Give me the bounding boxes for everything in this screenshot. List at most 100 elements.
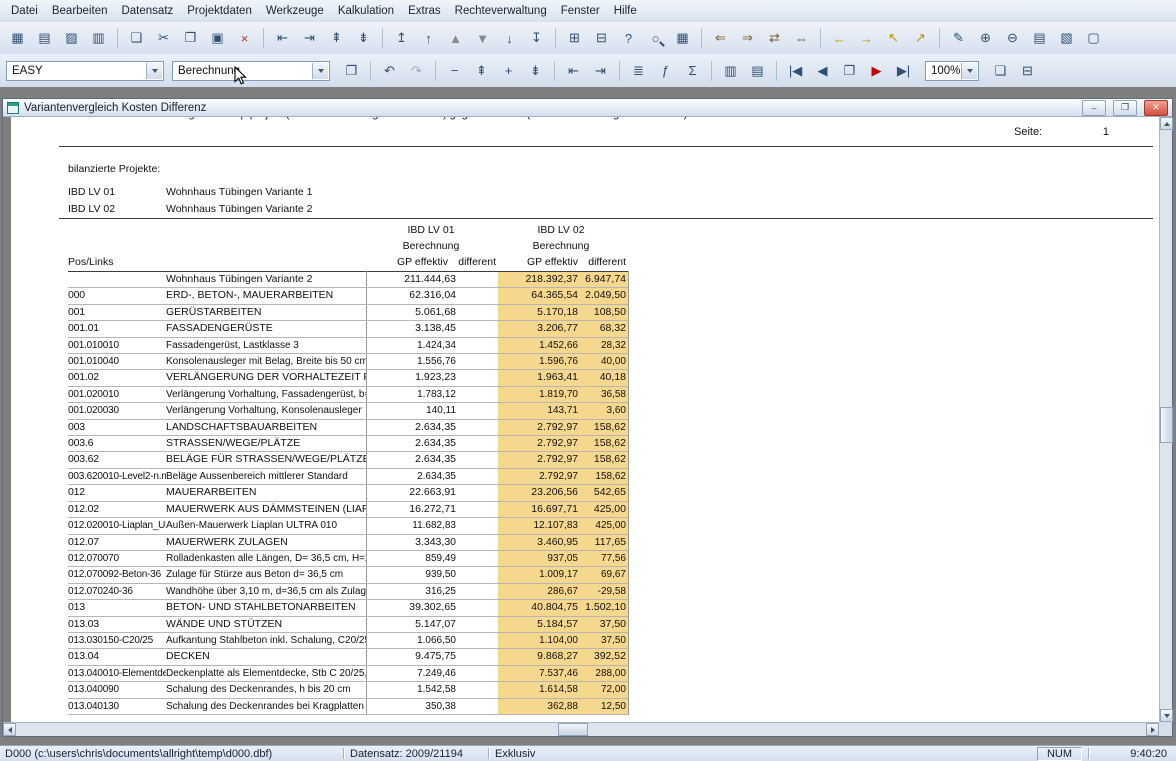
report-view-icon[interactable]: ▨ <box>58 25 85 51</box>
outdent-icon[interactable]: ⇤ <box>269 25 296 51</box>
scroll-up-icon[interactable] <box>1160 117 1173 130</box>
restore-button[interactable]: ❐ <box>1113 100 1137 116</box>
table-row: 001.02VERLÄNGERUNG DER VORHALTEZEIT FÜR1… <box>68 370 628 386</box>
cell-lv1-value: 22.663,91 <box>366 485 456 500</box>
catalog-icon[interactable]: ▤ <box>1026 25 1053 51</box>
column-group-lv2: IBD LV 02 <box>511 224 611 236</box>
chevron-down-icon[interactable] <box>312 63 328 79</box>
menu-item-projektdaten[interactable]: Projektdaten <box>180 3 259 19</box>
delete-icon[interactable]: × <box>231 25 258 51</box>
undo-icon[interactable]: ↶ <box>376 58 403 84</box>
copy-icon[interactable]: ❐ <box>177 25 204 51</box>
first-record-icon[interactable]: |◀ <box>782 58 809 84</box>
insert-below-icon[interactable]: ⇟ <box>522 58 549 84</box>
menu-item-hilfe[interactable]: Hilfe <box>607 3 644 19</box>
calculator-icon[interactable]: ⊞ <box>561 25 588 51</box>
indent-icon[interactable]: ⇥ <box>296 25 323 51</box>
zoom-in-icon[interactable]: ⊕ <box>972 25 999 51</box>
print-report-icon[interactable]: ⊟ <box>1014 58 1041 84</box>
remove-line-icon[interactable]: − <box>441 58 468 84</box>
merge-records-icon[interactable]: ⇔ <box>788 25 815 51</box>
scroll-right-icon[interactable] <box>1146 723 1159 736</box>
menu-item-kalkulation[interactable]: Kalkulation <box>331 3 401 19</box>
last-record-icon[interactable]: ▶| <box>890 58 917 84</box>
horizontal-scrollbar[interactable] <box>3 722 1159 736</box>
copy-record-right-icon[interactable]: ⇒ <box>734 25 761 51</box>
search-icon[interactable]: ○ <box>642 25 669 51</box>
page-preview-icon[interactable]: ❏ <box>987 58 1014 84</box>
outline-list-icon[interactable]: ≣ <box>625 58 652 84</box>
cell-diff-value: 425,00 <box>578 518 628 533</box>
cell-lv1-value: 1.424,34 <box>366 338 456 353</box>
chevron-down-icon[interactable] <box>146 63 162 79</box>
shift-right-icon[interactable]: ⇥ <box>587 58 614 84</box>
menu-item-extras[interactable]: Extras <box>401 3 448 19</box>
formula-icon[interactable]: ƒ <box>652 58 679 84</box>
layout-view-icon[interactable]: ▥ <box>85 25 112 51</box>
help-icon[interactable]: ? <box>615 25 642 51</box>
insert-above-icon[interactable]: ⇞ <box>468 58 495 84</box>
close-button[interactable]: ✕ <box>1144 100 1168 116</box>
nav-forward-icon[interactable]: → <box>853 25 880 51</box>
database-icon[interactable]: ▢ <box>1080 25 1107 51</box>
cell-lv2-value: 9.868,27 <box>498 649 578 664</box>
datasheet-view-icon[interactable]: ▦ <box>4 25 31 51</box>
report-window-titlebar[interactable]: Variantenvergleich Kosten Differenz – ❐ … <box>3 99 1172 117</box>
menu-item-datei[interactable]: Datei <box>4 3 45 19</box>
zoom-combo[interactable]: 100% <box>925 61 979 81</box>
table-icon[interactable]: ▦ <box>669 25 696 51</box>
prev-record-icon[interactable]: ◀ <box>809 58 836 84</box>
redo-icon[interactable]: ↷ <box>403 58 430 84</box>
cut-icon[interactable]: ✂ <box>150 25 177 51</box>
menu-item-bearbeiten[interactable]: Bearbeiten <box>45 3 115 19</box>
move-last-icon[interactable]: ↧ <box>523 25 550 51</box>
sort-asc-icon[interactable]: ▲ <box>442 25 469 51</box>
horizontal-scroll-thumb[interactable] <box>558 723 588 736</box>
cell-lv2-value: 1.819,70 <box>498 387 578 402</box>
form-view-icon[interactable]: ▤ <box>31 25 58 51</box>
sort-desc-icon[interactable]: ▼ <box>469 25 496 51</box>
move-up-icon[interactable]: ↑ <box>415 25 442 51</box>
cell-description: MAUERARBEITEN <box>166 485 366 500</box>
cell-description: Aufkantung Stahlbeton inkl. Schalung, C2… <box>166 633 366 648</box>
project-combo[interactable]: EASY <box>6 61 164 81</box>
menu-item-rechteverwaltung[interactable]: Rechteverwaltung <box>448 3 554 19</box>
vertical-scroll-thumb[interactable] <box>1160 407 1173 443</box>
demote-level-icon[interactable]: ⇟ <box>350 25 377 51</box>
nav-up-left-icon[interactable]: ↖ <box>880 25 907 51</box>
print-icon[interactable]: ⊟ <box>588 25 615 51</box>
move-first-icon[interactable]: ↥ <box>388 25 415 51</box>
paste-icon[interactable]: ▣ <box>204 25 231 51</box>
promote-level-icon[interactable]: ⇞ <box>323 25 350 51</box>
minimize-button[interactable]: – <box>1082 100 1106 116</box>
copy-record-left-icon[interactable]: ⇐ <box>707 25 734 51</box>
edit-note-icon[interactable]: ✎ <box>945 25 972 51</box>
grouping-icon[interactable]: ▤ <box>744 58 771 84</box>
report-clipped-title: Variantenvergleich Hauptprojekt (Wohnhau… <box>127 117 687 120</box>
record-copies-icon[interactable]: ❐ <box>836 58 863 84</box>
new-record-icon[interactable]: ❏ <box>123 25 150 51</box>
archive-icon[interactable]: ▧ <box>1053 25 1080 51</box>
cell-spacer <box>456 469 498 484</box>
menu-item-datensatz[interactable]: Datensatz <box>114 3 180 19</box>
next-record-icon[interactable]: ▶ <box>863 58 890 84</box>
cell-lv2-value: 5.184,57 <box>498 617 578 632</box>
menu-item-fenster[interactable]: Fenster <box>554 3 607 19</box>
stats-icon[interactable]: ▥ <box>717 58 744 84</box>
scroll-down-icon[interactable] <box>1160 709 1173 722</box>
view-combo[interactable]: Berechnung <box>172 61 330 81</box>
open-calculation-icon[interactable]: ❐ <box>338 58 365 84</box>
zoom-out-icon[interactable]: ⊖ <box>999 25 1026 51</box>
nav-back-icon[interactable]: ← <box>826 25 853 51</box>
swap-records-icon[interactable]: ⇄ <box>761 25 788 51</box>
scroll-left-icon[interactable] <box>3 723 16 736</box>
cell-lv2-value: 218.392,37 <box>498 272 578 287</box>
sum-icon[interactable]: Σ <box>679 58 706 84</box>
shift-left-icon[interactable]: ⇤ <box>560 58 587 84</box>
insert-line-icon[interactable]: + <box>495 58 522 84</box>
nav-jump-icon[interactable]: ↗ <box>907 25 934 51</box>
move-down-icon[interactable]: ↓ <box>496 25 523 51</box>
menu-item-werkzeuge[interactable]: Werkzeuge <box>259 3 331 19</box>
chevron-down-icon[interactable] <box>961 63 977 79</box>
vertical-scrollbar[interactable] <box>1159 117 1172 722</box>
